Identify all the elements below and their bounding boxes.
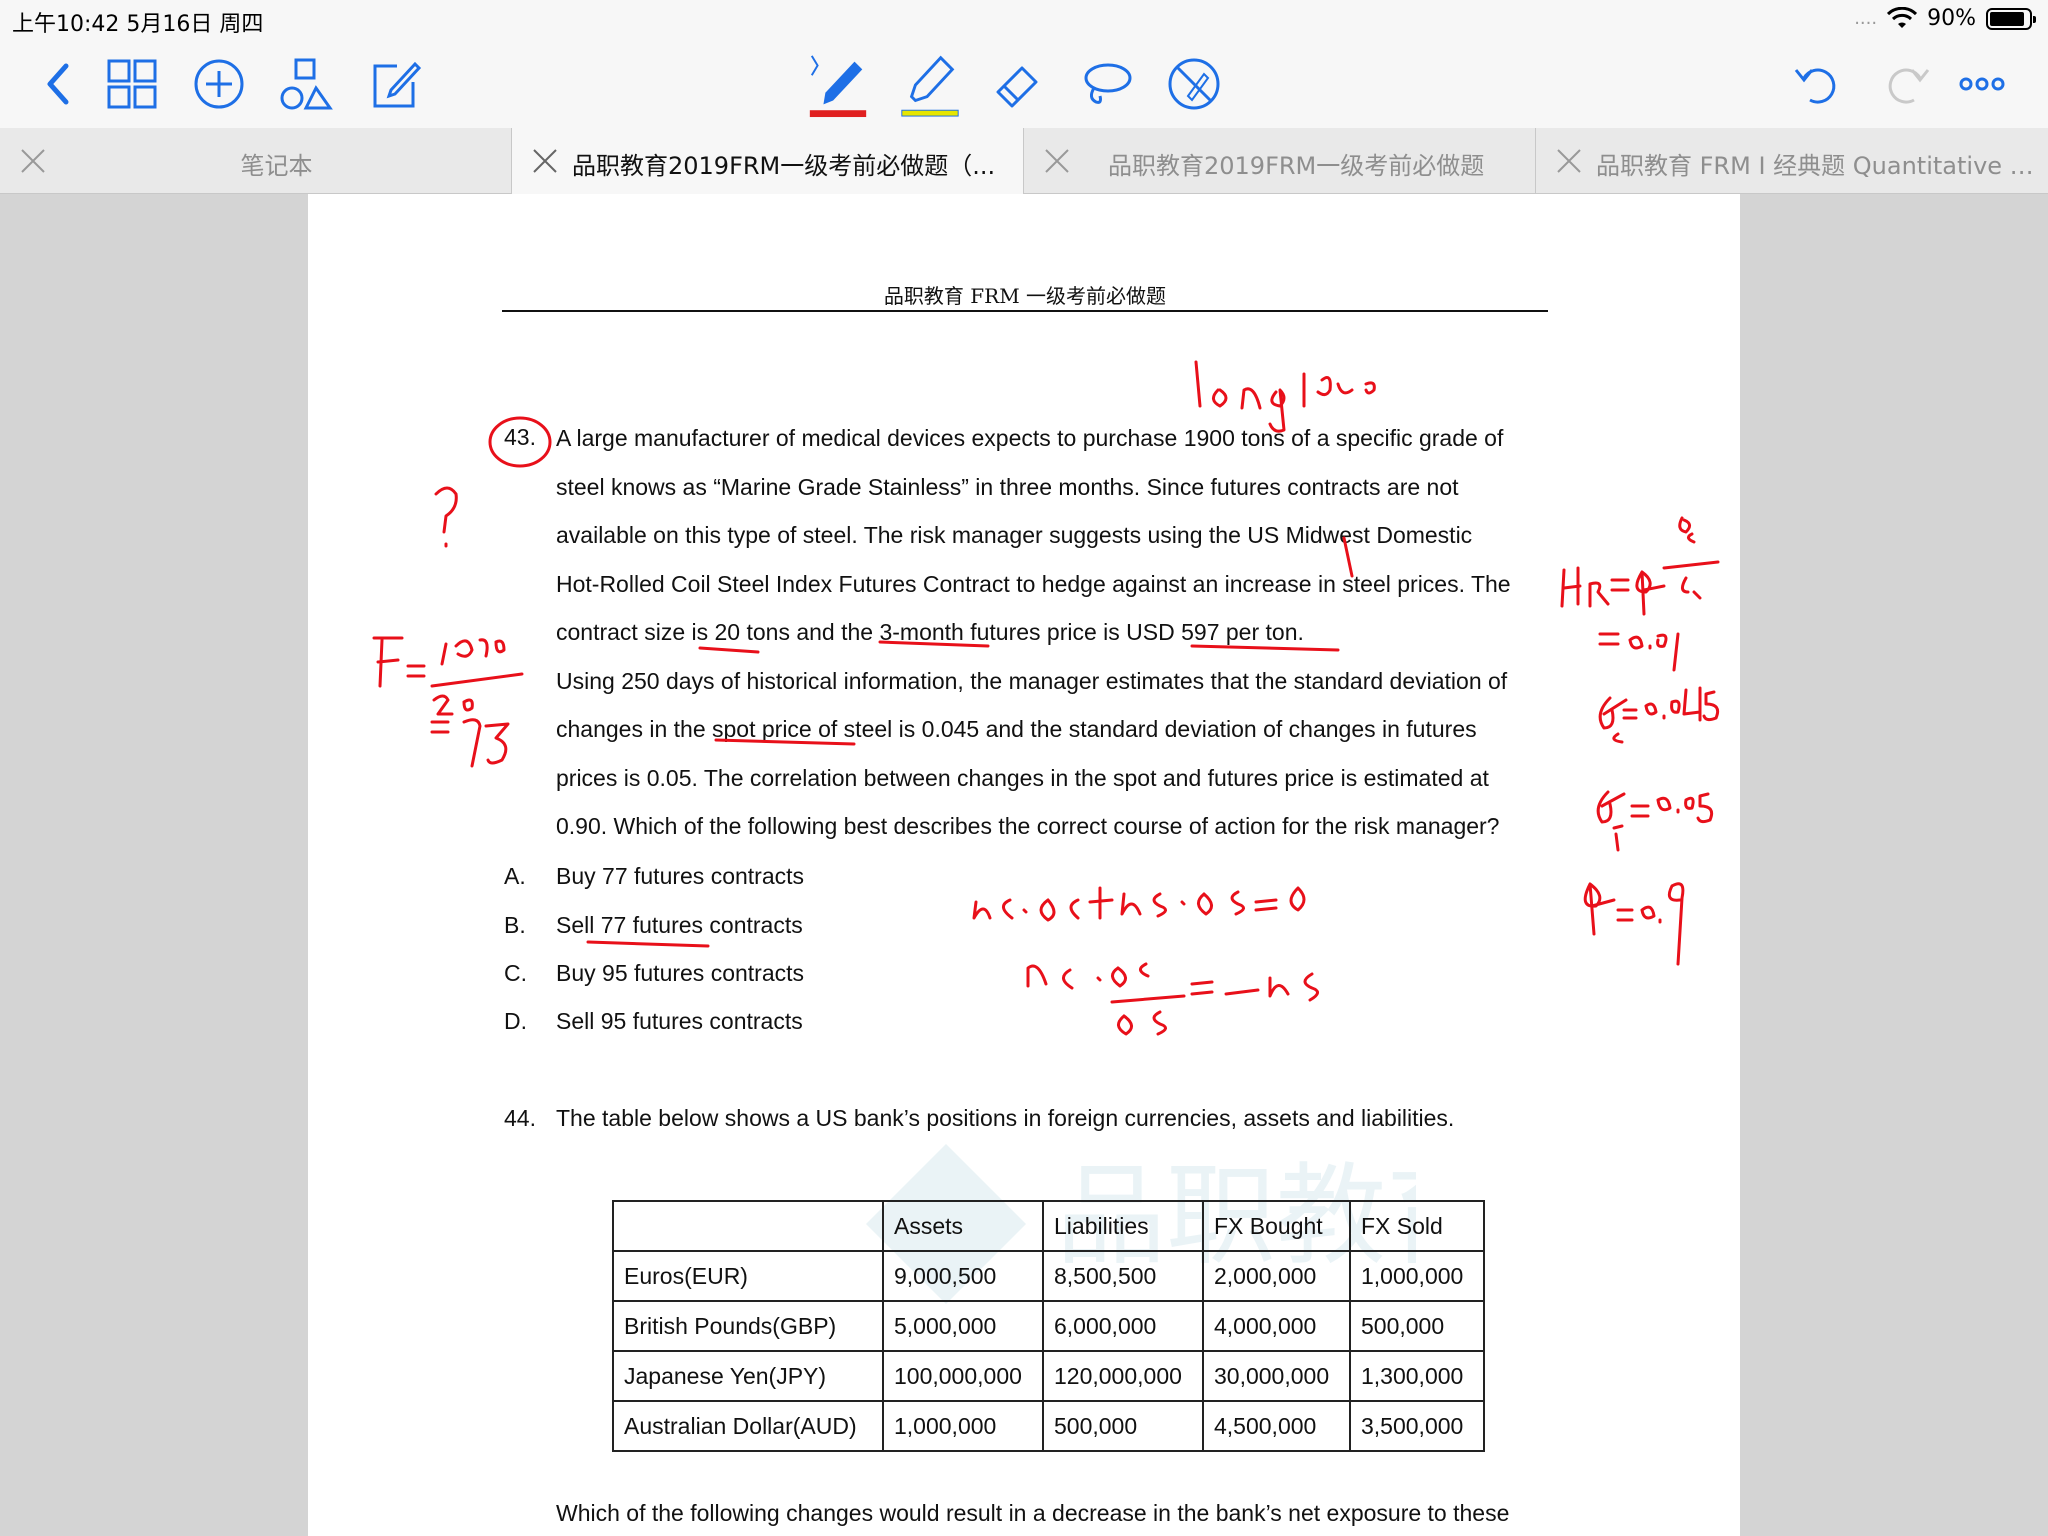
table-row: British Pounds(GBP) 5,000,000 6,000,000 … bbox=[612, 1300, 1485, 1352]
table-cell: 1,300,000 bbox=[1349, 1350, 1485, 1402]
tab-label: 品职教育 FRM I 经典题 Quantitative A... bbox=[1596, 152, 2038, 180]
document-tabs: 笔记本 品职教育2019FRM一级考前必做题（... 品职教育2019FRM一级… bbox=[0, 128, 2048, 194]
table-cell: Japanese Yen(JPY) bbox=[612, 1350, 884, 1402]
more-icon[interactable] bbox=[1950, 52, 2014, 116]
question-mark bbox=[434, 486, 458, 548]
page-header: 品职教育 FRM 一级考前必做题 bbox=[883, 284, 1167, 308]
header-rule bbox=[502, 310, 1548, 312]
table-cell: 5,000,000 bbox=[882, 1300, 1044, 1352]
table-cell: 500,000 bbox=[1349, 1300, 1485, 1352]
pen-tool-icon[interactable] bbox=[800, 52, 876, 118]
fx-positions-table: Assets Liabilities FX Bought FX Sold Eur… bbox=[612, 1200, 1485, 1452]
option-b: B. Sell 77 futures contracts bbox=[504, 912, 803, 938]
redo-icon[interactable] bbox=[1874, 52, 1938, 116]
table-row: Japanese Yen(JPY) 100,000,000 120,000,00… bbox=[612, 1350, 1485, 1402]
table-row: Euros(EUR) 9,000,500 8,500,500 2,000,000… bbox=[612, 1250, 1485, 1302]
question-number: 44. bbox=[504, 1105, 536, 1131]
status-right: .... 90% bbox=[1854, 6, 2036, 31]
compose-icon[interactable] bbox=[363, 52, 427, 116]
question-line: contract size is 20 tons and the 3-month… bbox=[556, 619, 1304, 645]
close-icon[interactable] bbox=[18, 146, 48, 176]
question-44-text: The table below shows a US bank’s positi… bbox=[556, 1105, 1455, 1131]
option-c: C. Buy 95 futures contracts bbox=[504, 960, 805, 986]
table-cell: 1,000,000 bbox=[1349, 1250, 1485, 1302]
option-d: D. Sell 95 futures contracts bbox=[504, 1008, 803, 1034]
question-43-text: A large manufacturer of medical devices … bbox=[556, 414, 1620, 851]
tab-label: 笔记本 bbox=[240, 152, 313, 180]
table-cell: 9,000,500 bbox=[882, 1250, 1044, 1302]
close-icon[interactable] bbox=[1042, 146, 1072, 176]
question-line: available on this type of steel. The ris… bbox=[556, 522, 1473, 548]
tab-frm-must-do[interactable]: 品职教育2019FRM一级考前必做题 bbox=[1024, 128, 1536, 194]
close-icon[interactable] bbox=[1554, 146, 1584, 176]
close-icon[interactable] bbox=[530, 146, 560, 176]
table-cell: Australian Dollar(AUD) bbox=[612, 1400, 884, 1452]
question-44: 44. The table below shows a US bank’s pos… bbox=[504, 1105, 1454, 1132]
add-circle-icon[interactable] bbox=[187, 52, 251, 116]
table-header-row: Assets Liabilities FX Bought FX Sold bbox=[612, 1200, 1485, 1252]
ink-hedge-eq2 bbox=[1026, 962, 1319, 1036]
cellular-dots: .... bbox=[1854, 8, 1878, 29]
tab-frm-must-do-active[interactable]: 品职教育2019FRM一级考前必做题（... bbox=[512, 128, 1024, 194]
table-header bbox=[612, 1200, 884, 1252]
table-cell: 6,000,000 bbox=[1042, 1300, 1204, 1352]
question-44-followup: Which of the following changes would res… bbox=[556, 1500, 1510, 1526]
thumbnails-grid-icon[interactable] bbox=[100, 52, 164, 116]
table-header: FX Sold bbox=[1349, 1200, 1485, 1252]
table-cell: 100,000,000 bbox=[882, 1350, 1044, 1402]
question-line: Using 250 days of historical information… bbox=[556, 667, 1508, 694]
lasso-tool-icon[interactable] bbox=[1074, 52, 1138, 116]
table-header: FX Bought bbox=[1202, 1200, 1351, 1252]
undo-icon[interactable] bbox=[1786, 52, 1850, 116]
table-cell: 1,000,000 bbox=[882, 1400, 1044, 1452]
status-bar: 上午10:42 5月16日 周四 .... 90% bbox=[0, 0, 2048, 40]
question-line: Hot-Rolled Coil Steel Index Futures Cont… bbox=[556, 570, 1511, 597]
laser-disabled-icon[interactable] bbox=[1162, 52, 1226, 116]
table-cell: 4,500,000 bbox=[1202, 1400, 1351, 1452]
question-line: 0.90. Which of the following best descri… bbox=[556, 813, 1500, 839]
toolbar bbox=[0, 40, 2048, 128]
ink-hedge-eq1 bbox=[972, 886, 1306, 922]
table-cell: Euros(EUR) bbox=[612, 1250, 884, 1302]
battery-percent: 90% bbox=[1927, 6, 1976, 31]
question-line: prices is 0.05. The correlation between … bbox=[556, 764, 1489, 791]
tab-label: 品职教育2019FRM一级考前必做题 bbox=[1108, 152, 1485, 180]
status-time: 上午10:42 5月16日 周四 bbox=[12, 12, 264, 37]
tab-notebook[interactable]: 笔记本 bbox=[0, 128, 512, 194]
tab-frm-quantitative[interactable]: 品职教育 FRM I 经典题 Quantitative A... bbox=[1536, 128, 2048, 194]
table-cell: 8,500,500 bbox=[1042, 1250, 1204, 1302]
ink-rho bbox=[1583, 882, 1685, 966]
battery-icon bbox=[1986, 7, 2036, 30]
table-cell: British Pounds(GBP) bbox=[612, 1300, 884, 1352]
table-cell: 2,000,000 bbox=[1202, 1250, 1351, 1302]
table-header: Liabilities bbox=[1042, 1200, 1204, 1252]
option-a: A. Buy 77 futures contracts bbox=[504, 863, 805, 889]
table-row: Australian Dollar(AUD) 1,000,000 500,000… bbox=[612, 1400, 1485, 1452]
highlighter-tool-icon[interactable] bbox=[892, 52, 968, 117]
question-number: 43. bbox=[504, 424, 536, 450]
table-cell: 4,000,000 bbox=[1202, 1300, 1351, 1352]
document-page[interactable]: 品职教育 FRM 一级考前必做题 品职教育 43. A large manufa… bbox=[308, 194, 1740, 1536]
back-chevron-icon[interactable] bbox=[28, 52, 92, 116]
table-cell: 3,500,000 bbox=[1349, 1400, 1485, 1452]
table-cell: 30,000,000 bbox=[1202, 1350, 1351, 1402]
question-line: A large manufacturer of medical devices … bbox=[556, 425, 1504, 451]
eraser-tool-icon[interactable] bbox=[986, 52, 1050, 116]
table-header: Assets bbox=[882, 1200, 1044, 1252]
shapes-icon[interactable] bbox=[274, 52, 338, 116]
question-line: changes in the spot price of steel is 0.… bbox=[556, 716, 1477, 742]
table-cell: 120,000,000 bbox=[1042, 1350, 1204, 1402]
question-line: steel knows as “Marine Grade Stainless” … bbox=[556, 473, 1459, 500]
table-cell: 500,000 bbox=[1042, 1400, 1204, 1452]
wifi-icon bbox=[1887, 6, 1918, 28]
ink-f-calc bbox=[372, 636, 524, 768]
tab-label: 品职教育2019FRM一级考前必做题（... bbox=[572, 152, 996, 180]
